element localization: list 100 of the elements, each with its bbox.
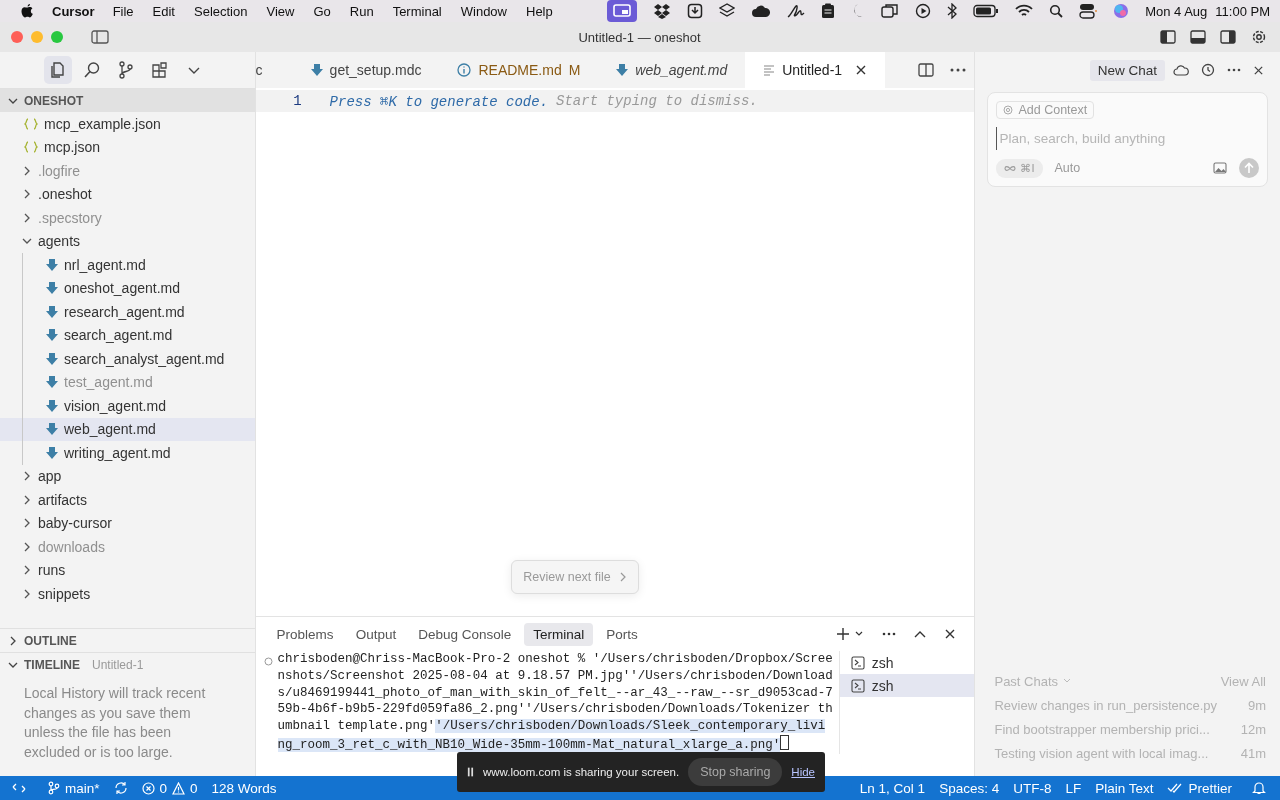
status-item[interactable]: UTF-8 <box>1013 780 1052 796</box>
status-item[interactable]: Plain Text <box>1095 780 1154 796</box>
panel-left-icon[interactable] <box>1160 30 1176 44</box>
tree-item[interactable]: .oneshot <box>0 182 255 206</box>
signature-icon[interactable] <box>787 3 806 19</box>
menu-item[interactable]: Window <box>460 3 507 19</box>
new-chat-tab[interactable]: New Chat <box>1089 59 1165 81</box>
menu-item[interactable]: Help <box>526 3 553 19</box>
windows-icon[interactable] <box>881 3 900 19</box>
toggle-icon[interactable] <box>1079 3 1098 19</box>
tree-item[interactable]: agents <box>0 229 255 253</box>
tree-item[interactable]: search_analyst_agent.md <box>0 347 255 371</box>
chevron-up-icon[interactable] <box>914 630 927 638</box>
orb-icon[interactable] <box>1113 3 1130 19</box>
tree-item[interactable]: baby-cursor <box>0 511 255 535</box>
editor-tab[interactable]: web_agent.md <box>598 52 746 88</box>
editor-tab[interactable]: get_setup.mdc <box>292 52 440 88</box>
tree-item[interactable]: writing_agent.md <box>0 441 255 465</box>
menu-item[interactable]: View <box>266 3 295 19</box>
down-arrow-icon <box>46 257 58 272</box>
layers-icon[interactable] <box>719 3 736 19</box>
close-icon[interactable] <box>855 64 868 76</box>
panel-tab[interactable]: Terminal <box>524 622 594 646</box>
menu-item[interactable]: Selection <box>194 3 248 19</box>
box-icon[interactable] <box>653 3 672 19</box>
panel-bottom-icon[interactable] <box>1190 30 1206 44</box>
status-item[interactable]: LF <box>1065 780 1082 796</box>
app-menu[interactable]: Cursor <box>52 3 95 19</box>
branch-status[interactable]: main* <box>48 780 100 796</box>
more-icon[interactable] <box>1227 68 1241 72</box>
outline-header[interactable]: OUTLINE <box>0 628 255 652</box>
chevron-icon <box>22 212 32 223</box>
formatter-status[interactable]: Prettier <box>1167 780 1232 796</box>
explorer-header[interactable]: ONESHOT <box>0 88 255 112</box>
sync-icon[interactable] <box>113 781 128 795</box>
tree-item[interactable]: search_agent.md <box>0 323 255 347</box>
image-icon[interactable] <box>1213 162 1227 174</box>
terminal-list-item[interactable]: zsh <box>839 674 975 697</box>
problems-status[interactable]: 0 0 <box>141 780 198 796</box>
editor-tab[interactable]: Untitled-1 <box>745 52 886 88</box>
tree-item[interactable]: nrl_agent.md <box>0 253 255 277</box>
history-icon[interactable] <box>1201 63 1215 77</box>
panel-tab[interactable]: Ports <box>597 622 647 646</box>
menu-item[interactable]: Go <box>313 3 331 19</box>
play-icon[interactable] <box>915 3 932 19</box>
chevron-down-icon[interactable] <box>854 630 865 638</box>
panel-tab[interactable]: Output <box>346 622 406 646</box>
cloud-icon[interactable] <box>751 4 772 18</box>
tree-item[interactable]: artifacts <box>0 488 255 512</box>
prompt-circle-icon <box>263 657 273 666</box>
panel-right-icon[interactable] <box>1220 30 1236 44</box>
remote-icon[interactable] <box>12 782 26 794</box>
stop-sharing-button[interactable]: Stop sharing <box>688 758 783 786</box>
plus-icon[interactable] <box>836 627 851 641</box>
time-text[interactable]: 11:00 PM <box>1215 3 1270 19</box>
tree-item[interactable]: oneshot_agent.md <box>0 276 255 300</box>
word-count[interactable]: 128 Words <box>211 780 277 796</box>
more-icon[interactable] <box>882 632 897 636</box>
editor-tab[interactable]: README.md M <box>439 52 599 88</box>
wifi-icon[interactable] <box>1015 4 1034 18</box>
menu-item[interactable]: Run <box>349 3 374 19</box>
sidebar-toggle-icon[interactable] <box>91 30 109 44</box>
close-icon[interactable] <box>1253 64 1264 76</box>
tree-item[interactable]: research_agent.md <box>0 300 255 324</box>
cloud-icon[interactable] <box>1173 64 1189 76</box>
status-item[interactable]: Ln 1, Col 1 <box>859 780 926 796</box>
settings-icon[interactable] <box>1250 28 1268 46</box>
tree-item[interactable]: vision_agent.md <box>0 394 255 418</box>
status-item[interactable]: Spaces: 4 <box>939 780 1000 796</box>
files-icon[interactable] <box>44 56 72 84</box>
more-icon[interactable] <box>950 68 967 72</box>
chat-input-field[interactable]: Plan, search, build anything <box>996 127 1259 150</box>
close-icon[interactable] <box>944 628 957 640</box>
screen-share-icon[interactable] <box>607 0 638 22</box>
tree-item[interactable]: mcp.json <box>0 135 255 159</box>
terminal-list-item[interactable]: zsh <box>839 651 975 674</box>
menu-item[interactable]: File <box>112 3 134 19</box>
search-icon[interactable] <box>1049 4 1064 18</box>
clipboard-icon[interactable] <box>821 3 836 19</box>
tree-item[interactable]: web_agent.md <box>0 417 255 441</box>
tray-icon[interactable] <box>687 3 704 19</box>
editor-tab[interactable]: c <box>255 52 293 88</box>
down-arrow-icon <box>46 398 58 413</box>
date-text[interactable]: Mon 4 Aug <box>1145 3 1208 19</box>
pause-icon[interactable] <box>467 766 474 778</box>
menu-item[interactable]: Edit <box>152 3 175 19</box>
hide-link[interactable]: Hide <box>791 766 815 778</box>
panel-tab[interactable]: Debug Console <box>409 622 521 646</box>
menu-item[interactable]: Terminal <box>392 3 442 19</box>
tree-item[interactable]: app <box>0 464 255 488</box>
bluetooth-icon[interactable] <box>947 3 958 19</box>
apple-icon[interactable] <box>20 3 34 19</box>
timeline-header[interactable]: TIMELINE Untitled-1 <box>0 652 255 676</box>
panel-tab[interactable]: Problems <box>267 622 343 646</box>
tree-item[interactable]: snippets <box>0 582 255 606</box>
split-editor-icon[interactable] <box>918 63 935 77</box>
bell-icon[interactable] <box>1252 781 1266 795</box>
tree-item[interactable]: runs <box>0 558 255 582</box>
battery-icon[interactable] <box>973 4 1000 18</box>
tree-item[interactable]: mcp_example.json <box>0 112 255 136</box>
